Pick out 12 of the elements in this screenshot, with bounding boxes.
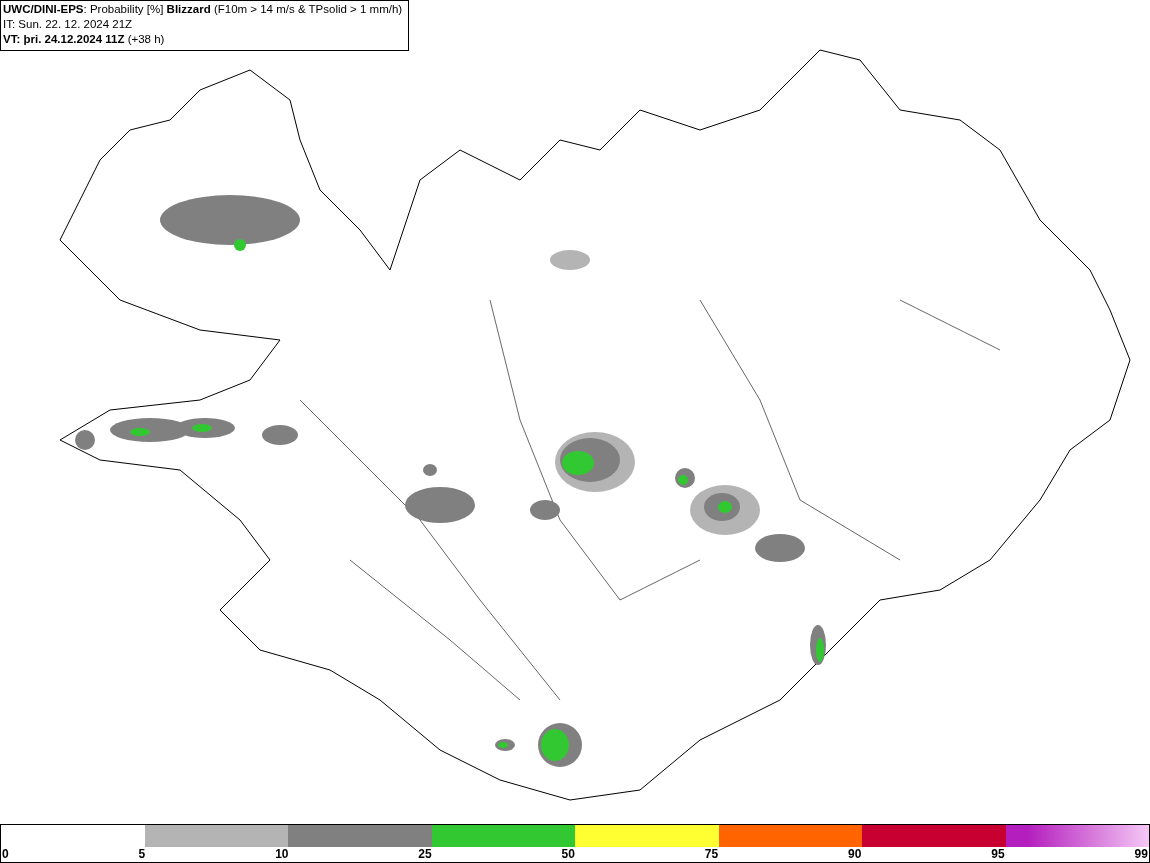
legend-tick-label: 10 (275, 847, 289, 862)
legend-tick-label: 0 (2, 847, 9, 862)
legend-tick-label: 90 (848, 847, 862, 862)
legend-tick-label: 75 (704, 847, 719, 862)
title-line: UWC/DINI-EPS: Probability [%] Blizzard (F10m > 14 m/s & TPsolid > 1 mm/h) (3, 2, 403, 17)
legend-tick-label: 5 (138, 847, 146, 862)
title-line: IT: Sun. 22. 12. 2024 21Z (3, 17, 134, 32)
legend-tick-label: 50 (561, 847, 575, 862)
legend-tick-label: 99 (1134, 847, 1148, 862)
legend-tick-label: 95 (991, 847, 1005, 862)
title-line: VT: þri. 24.12.2024 11Z (+38 h) (3, 32, 166, 47)
legend-tick-label: 25 (418, 847, 432, 862)
